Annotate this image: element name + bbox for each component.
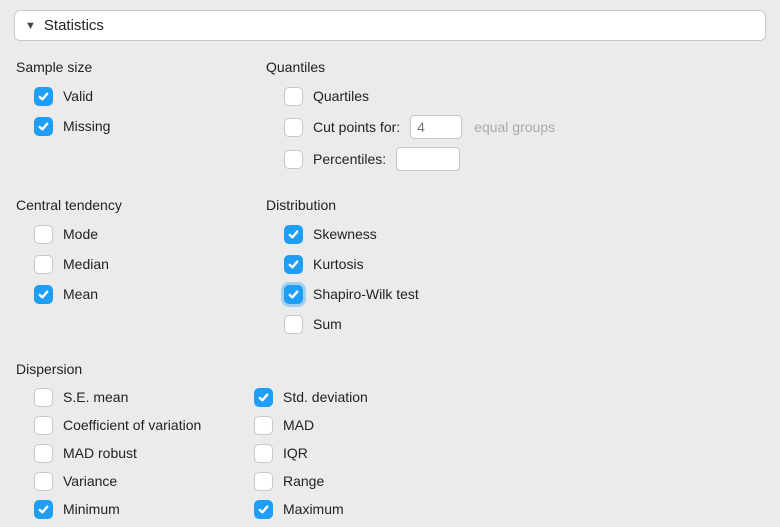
label-se-mean: S.E. mean [63,389,128,405]
label-equal-groups: equal groups [474,119,555,135]
group-sample-size: Sample size Valid Missing [16,59,266,141]
checkbox-missing[interactable] [34,117,53,136]
checkbox-minimum[interactable] [34,500,53,519]
checkbox-std-dev[interactable] [254,388,273,407]
label-minimum: Minimum [63,501,120,517]
label-cut-points: Cut points for: [313,119,400,135]
group-title-quantiles: Quantiles [266,59,764,75]
label-valid: Valid [63,88,93,104]
checkbox-iqr[interactable] [254,444,273,463]
statistics-panel-header[interactable]: ▼ Statistics [14,10,766,41]
input-cut-points-value[interactable] [410,115,462,139]
label-mad: MAD [283,417,314,433]
group-central-tendency: Central tendency Mode Median Mean [16,197,266,309]
label-range: Range [283,473,324,489]
checkbox-cov[interactable] [34,416,53,435]
checkbox-variance[interactable] [34,472,53,491]
expand-triangle-icon: ▼ [25,20,36,32]
group-title-central-tendency: Central tendency [16,197,266,213]
label-kurtosis: Kurtosis [313,256,364,272]
group-quantiles: Quantiles Quartiles Cut points for: equa… [266,59,764,175]
label-quartiles: Quartiles [313,88,369,104]
label-variance: Variance [63,473,117,489]
input-percentiles-value[interactable] [396,147,460,171]
checkbox-percentiles[interactable] [284,150,303,169]
checkbox-maximum[interactable] [254,500,273,519]
group-dispersion: Dispersion S.E. mean Std. deviation Coef… [16,361,764,523]
label-sum: Sum [313,316,342,332]
checkbox-shapiro-wilk[interactable] [284,285,303,304]
group-title-dispersion: Dispersion [16,361,764,377]
checkbox-kurtosis[interactable] [284,255,303,274]
checkbox-valid[interactable] [34,87,53,106]
group-title-distribution: Distribution [266,197,764,213]
checkbox-mad[interactable] [254,416,273,435]
checkbox-quartiles[interactable] [284,87,303,106]
label-shapiro-wilk: Shapiro-Wilk test [313,286,419,302]
label-mean: Mean [63,286,98,302]
checkbox-cut-points[interactable] [284,118,303,137]
panel-title: Statistics [44,17,104,34]
checkbox-median[interactable] [34,255,53,274]
label-maximum: Maximum [283,501,344,517]
group-title-sample-size: Sample size [16,59,266,75]
checkbox-mean[interactable] [34,285,53,304]
checkbox-mad-robust[interactable] [34,444,53,463]
checkbox-mode[interactable] [34,225,53,244]
checkbox-range[interactable] [254,472,273,491]
label-std-dev: Std. deviation [283,389,368,405]
group-distribution: Distribution Skewness Kurtosis Shapiro-W… [266,197,764,339]
label-skewness: Skewness [313,226,377,242]
label-percentiles: Percentiles: [313,151,386,167]
checkbox-skewness[interactable] [284,225,303,244]
label-missing: Missing [63,118,110,134]
label-median: Median [63,256,109,272]
label-cov: Coefficient of variation [63,417,201,433]
label-mad-robust: MAD robust [63,445,137,461]
checkbox-se-mean[interactable] [34,388,53,407]
statistics-content: Sample size Valid Missing Quantiles Quar… [14,59,766,523]
label-iqr: IQR [283,445,308,461]
label-mode: Mode [63,226,98,242]
checkbox-sum[interactable] [284,315,303,334]
